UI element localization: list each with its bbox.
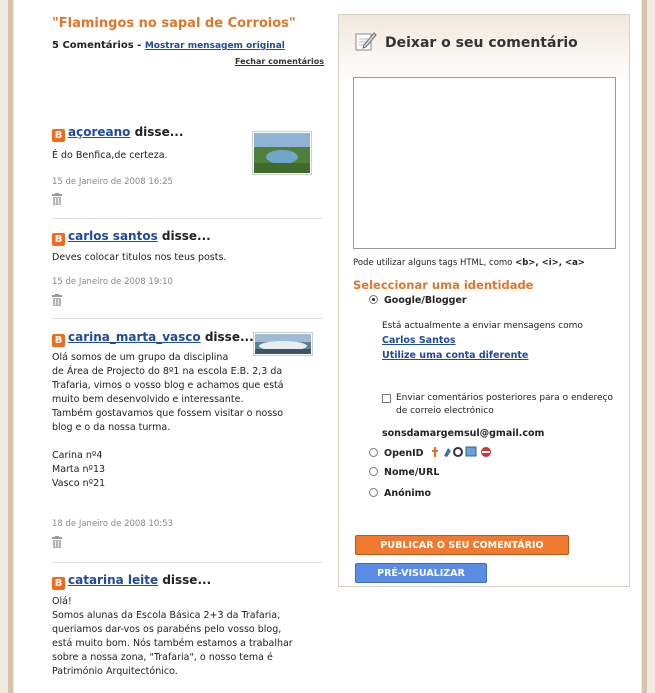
comment-timestamp: 15 de Janeiro de 2008 19:10 — [52, 277, 173, 287]
follow-up-label: Enviar comentários posteriores para o en… — [396, 393, 613, 416]
said-label: disse... — [200, 330, 254, 344]
radio-unselected-icon[interactable] — [369, 448, 378, 457]
comment-timestamp: 18 de Janeiro de 2008 10:53 — [52, 519, 173, 529]
identity-option-anonymous[interactable]: Anónimo — [369, 488, 431, 499]
identity-option-label: Nome/URL — [384, 467, 440, 478]
comment-body: Olá somos de um grupo da disciplina de Á… — [52, 352, 284, 489]
commenter-avatar[interactable] — [252, 131, 312, 175]
comment-author-link[interactable]: carina_marta_vasco — [68, 330, 201, 344]
delete-comment-icon[interactable] — [52, 536, 62, 551]
blogger-icon: B — [52, 129, 65, 142]
comment-header: Baçoreano disse... — [52, 125, 183, 142]
page-border-left — [0, 0, 14, 693]
html-tags-hint: Pode utilizar alguns tags HTML, como <b>… — [353, 258, 585, 268]
comment-count-line: 5 Comentários - Mostrar mensagem origina… — [52, 40, 285, 51]
post-title: "Flamingos no sapal de Corroios" — [52, 16, 296, 31]
said-label: disse... — [158, 573, 212, 587]
openid-provider-icons — [431, 446, 493, 461]
identity-option-label: Anónimo — [384, 488, 432, 499]
email-address: sonsdamargemsul@gmail.com — [382, 428, 545, 439]
radio-selected-icon[interactable] — [369, 295, 378, 304]
comment-form-title: Deixar o seu comentário — [385, 35, 578, 51]
follow-up-checkbox[interactable] — [382, 394, 391, 403]
comment-divider — [52, 218, 322, 219]
comment-header: Bcatarina leite disse... — [52, 573, 211, 590]
identity-option-google[interactable]: Google/Blogger — [369, 295, 467, 306]
delete-comment-icon[interactable] — [52, 294, 62, 309]
blogger-icon: B — [52, 233, 65, 246]
comment-divider — [52, 562, 322, 563]
identity-heading: Seleccionar uma identidade — [353, 278, 534, 292]
radio-unselected-icon[interactable] — [369, 467, 378, 476]
comment-header: Bcarina_marta_vasco disse... — [52, 330, 254, 347]
comment-form-panel: Deixar o seu comentário Pode utilizar al… — [338, 14, 630, 587]
said-label: disse... — [130, 125, 184, 139]
comment-form-header: Deixar o seu comentário — [355, 31, 578, 55]
preview-button[interactable]: PRÉ-VISUALIZAR — [355, 563, 487, 583]
signed-in-text: Está actualmente a enviar mensagens como — [382, 321, 583, 331]
comment-author-link[interactable]: catarina leite — [68, 573, 158, 587]
blogger-icon: B — [52, 577, 65, 590]
current-user-link[interactable]: Carlos Santos — [382, 335, 456, 346]
identity-option-name-url[interactable]: Nome/URL — [369, 467, 439, 478]
delete-comment-icon[interactable] — [52, 193, 62, 208]
comment-divider — [52, 318, 322, 319]
said-label: disse... — [157, 229, 211, 243]
use-different-account-link[interactable]: Utilize uma conta diferente — [382, 350, 528, 361]
comment-body: Olá! Somos alunas da Escola Básica 2+3 d… — [52, 596, 293, 677]
landscape-photo-icon — [255, 334, 311, 354]
publish-comment-button[interactable]: PUBLICAR O SEU COMENTÁRIO — [355, 535, 569, 555]
comment-timestamp: 15 de Janeiro de 2008 16:25 — [52, 177, 173, 187]
show-original-post-link[interactable]: Mostrar mensagem original — [145, 41, 285, 51]
close-comments-link[interactable]: Fechar comentários — [235, 57, 324, 66]
comment-textarea[interactable] — [353, 77, 616, 249]
landscape-photo-icon — [254, 133, 310, 173]
identity-option-label: Google/Blogger — [384, 295, 467, 306]
html-allowed-tags: <b>, <i>, <a> — [515, 258, 585, 268]
identity-option-label: OpenID — [384, 448, 424, 459]
html-hint-text: Pode utilizar alguns tags HTML, como — [353, 258, 516, 268]
identity-option-openid[interactable]: OpenID — [369, 446, 493, 461]
comment-body: Deves colocar titulos nos teus posts. — [52, 252, 227, 263]
comment-author-link[interactable]: açoreano — [68, 125, 130, 139]
radio-unselected-icon[interactable] — [369, 488, 378, 497]
pencil-note-icon — [355, 31, 377, 55]
comment-count: 5 Comentários — [52, 40, 134, 51]
page-border-right — [641, 0, 655, 693]
commenter-avatar[interactable] — [253, 332, 313, 356]
comment-author-link[interactable]: carlos santos — [68, 229, 158, 243]
comment-header: Bcarlos santos disse... — [52, 229, 211, 246]
blogger-icon: B — [52, 334, 65, 347]
count-separator: - — [133, 40, 145, 51]
